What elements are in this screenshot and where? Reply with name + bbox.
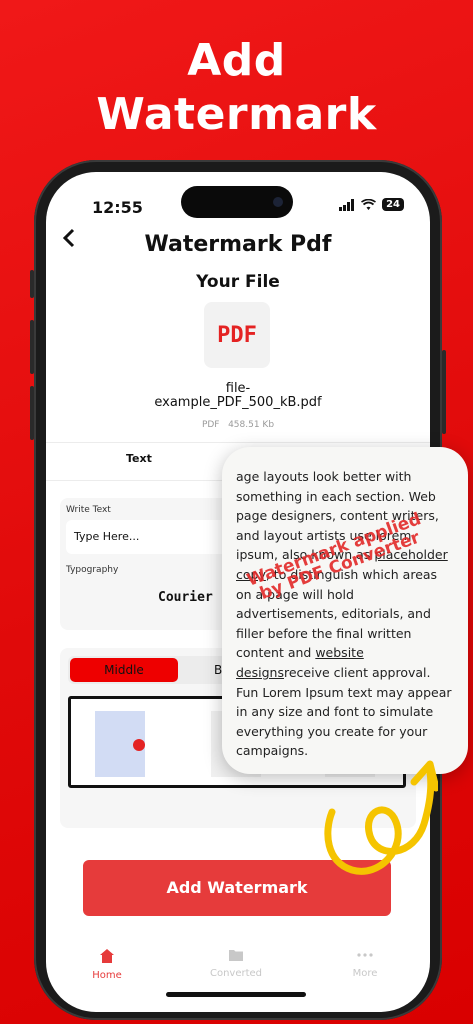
home-indicator <box>166 992 306 997</box>
typography-label: Typography <box>66 565 119 575</box>
tab-converted[interactable]: Converted <box>191 948 281 979</box>
signal-icon <box>339 198 355 211</box>
hero-title-line2: Watermark <box>96 89 377 140</box>
page-title: Watermark Pdf <box>144 232 332 257</box>
tab-home[interactable]: Home <box>62 948 152 981</box>
status-indicators: 24 <box>339 198 404 211</box>
volume-up-button <box>30 320 34 374</box>
tab-home-label: Home <box>92 970 122 981</box>
file-heading: Your File <box>196 272 280 292</box>
hero-title-line1: Add <box>187 35 286 86</box>
camera-icon <box>273 197 283 207</box>
hero-title: Add Watermark <box>0 34 473 142</box>
status-time: 12:55 <box>92 198 143 217</box>
battery-indicator: 24 <box>382 198 404 211</box>
position-option-selected[interactable] <box>95 711 145 777</box>
power-button <box>442 350 446 434</box>
mute-switch <box>30 270 34 298</box>
more-icon <box>357 953 373 957</box>
pdf-thumbnail[interactable]: PDF <box>204 302 270 368</box>
segment-b[interactable]: B <box>214 663 222 677</box>
tab-more[interactable]: More <box>320 948 410 979</box>
file-name: file- example_PDF_500_kB.pdf <box>106 382 370 410</box>
wifi-icon <box>361 198 377 210</box>
preview-bubble: age layouts look better with something i… <box>222 447 468 774</box>
divider-top <box>46 442 430 443</box>
file-size: 458.51 Kb <box>228 420 275 430</box>
file-name-line2: example_PDF_500_kB.pdf <box>154 395 322 410</box>
tab-converted-label: Converted <box>209 968 263 979</box>
dynamic-island <box>181 186 293 218</box>
yellow-arrow-decoration <box>324 760 438 875</box>
position-marker <box>133 739 145 751</box>
typography-selector[interactable]: Courier <box>158 590 213 605</box>
folder-icon <box>229 950 243 961</box>
volume-down-button <box>30 386 34 440</box>
pdf-file-icon: PDF <box>217 322 257 348</box>
segment-middle[interactable]: Middle <box>70 658 178 682</box>
tab-more-label: More <box>352 968 378 979</box>
file-type: PDF <box>201 420 220 430</box>
tab-text[interactable]: Text <box>126 452 152 465</box>
file-name-line1: file- <box>225 381 251 396</box>
home-icon <box>100 949 114 963</box>
write-text-label: Write Text <box>66 505 111 515</box>
file-meta: PDF 458.51 Kb <box>46 420 430 430</box>
